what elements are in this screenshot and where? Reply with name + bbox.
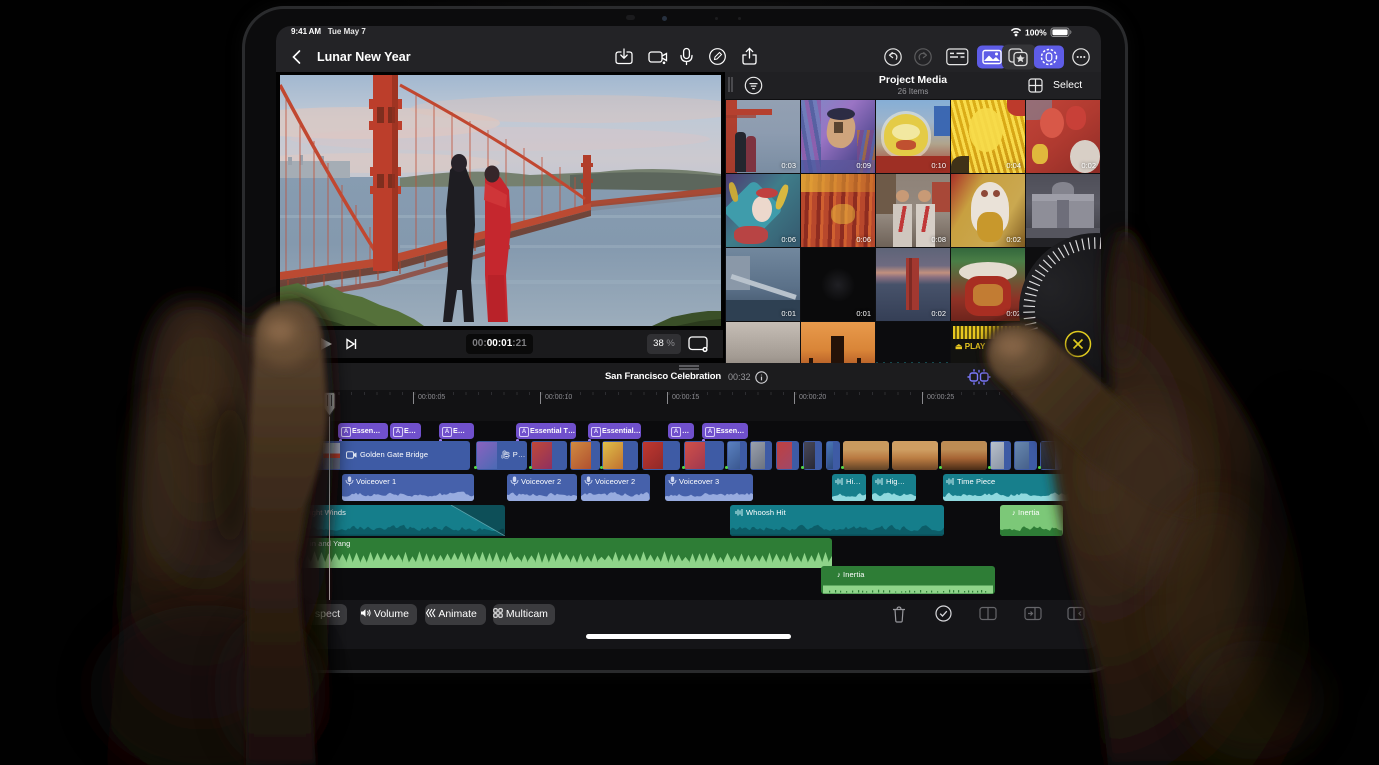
svg-text:100%: 100% bbox=[1025, 28, 1047, 38]
